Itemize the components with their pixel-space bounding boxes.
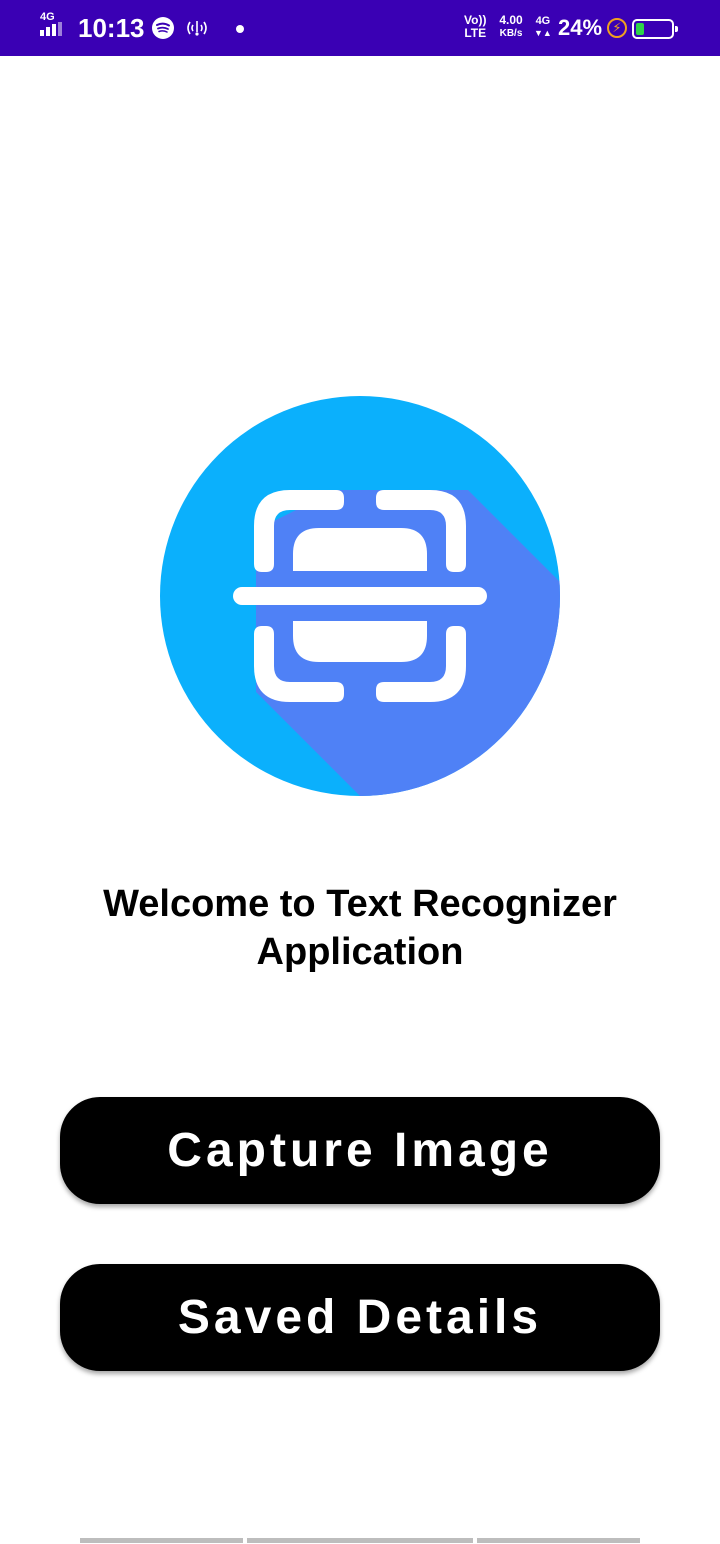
hotspot-icon [184,16,210,40]
nav-gesture-bar-right[interactable] [477,1538,640,1543]
app-screen: 4G 10:13 Vo)) LTE 4.00 KB/s 4G ▼▲ 24% ⚡ … [0,0,720,1544]
nav-gesture-bar-left[interactable] [80,1538,243,1543]
battery-fill [636,23,645,35]
welcome-line-1: Welcome to Text Recognizer [103,883,617,925]
welcome-title: Welcome to Text Recognizer Application [60,880,660,976]
welcome-line-2: Application [256,931,464,973]
battery-percent: 24% [558,15,603,40]
signal-icon: 4G [38,12,72,40]
saved-details-button[interactable]: Saved Details [60,1264,660,1371]
spotify-icon [152,17,174,39]
nav-gesture-bar-center[interactable] [247,1538,473,1543]
volte-bottom: LTE [464,26,487,40]
status-bar: 4G 10:13 Vo)) LTE 4.00 KB/s 4G ▼▲ 24% ⚡ [0,0,720,56]
text-scanner-icon [160,396,560,796]
speed-value: 4.00 [499,13,523,27]
battery-icon [632,19,678,39]
network-arrows: ▼▲ [534,28,552,38]
charging-icon: ⚡ [607,18,627,38]
notification-dot-icon [236,25,244,33]
speed-unit: KB/s [499,28,523,39]
network-type: 4G ▼▲ [534,15,552,39]
capture-image-button[interactable]: Capture Image [60,1097,660,1204]
network-speed: 4.00 KB/s [494,14,528,40]
status-time: 10:13 [78,13,145,43]
network-type-label: 4G [535,15,551,27]
network-label-small: 4G [40,11,55,23]
volte-indicator: Vo)) LTE [464,14,486,40]
